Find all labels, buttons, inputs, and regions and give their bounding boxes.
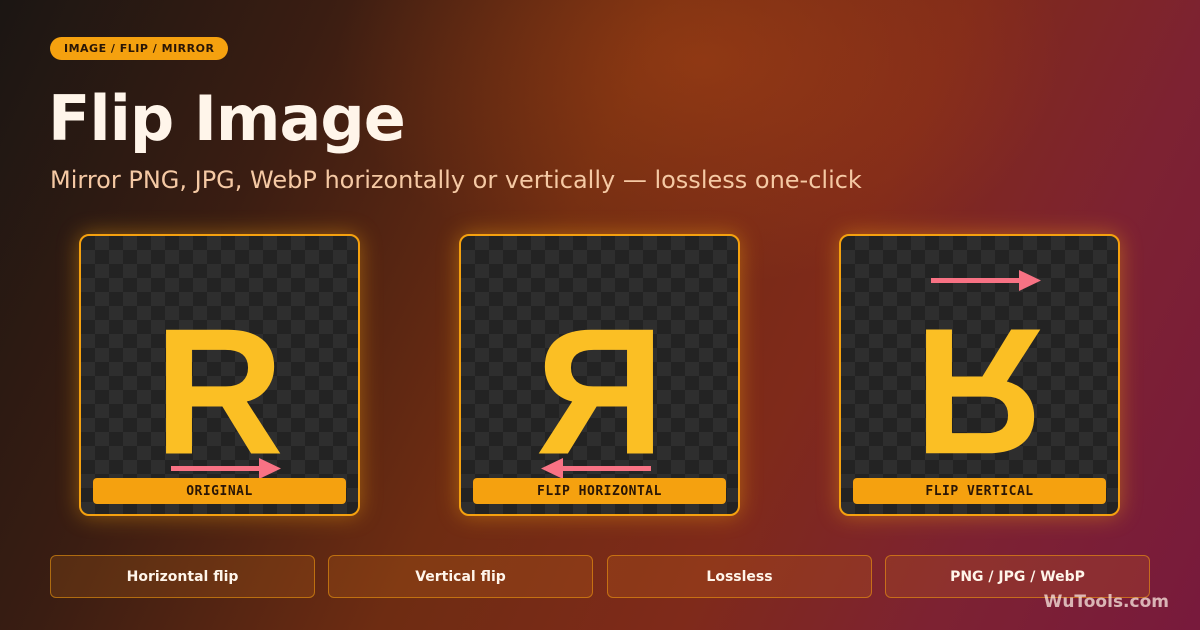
card-original-art: R <box>154 292 284 493</box>
arrow-right-icon <box>931 270 1041 291</box>
card-flip-vertical-art: R <box>914 270 1044 491</box>
card-label: FLIP HORIZONTAL <box>473 478 726 504</box>
feature-lossless: Lossless <box>607 555 872 598</box>
feature-horizontal-flip: Horizontal flip <box>50 555 315 598</box>
card-flip-horizontal: R FLIP HORIZONTAL <box>459 234 740 516</box>
brand-name: WuTools.com <box>1043 592 1169 612</box>
card-label: FLIP VERTICAL <box>853 478 1106 504</box>
page-subtitle: Mirror PNG, JPG, WebP horizontally or ve… <box>50 166 862 194</box>
letter-r-upside-down-glyph: R <box>914 290 1044 491</box>
card-original: R ORIGINAL <box>79 234 360 516</box>
breadcrumb: IMAGE / FLIP / MIRROR <box>50 37 229 60</box>
card-label: ORIGINAL <box>93 478 346 504</box>
card-flip-vertical: R FLIP VERTICAL <box>839 234 1120 516</box>
page-title: Flip Image <box>48 82 406 155</box>
card-flip-horizontal-art: R <box>535 292 665 493</box>
feature-vertical-flip: Vertical flip <box>328 555 593 598</box>
